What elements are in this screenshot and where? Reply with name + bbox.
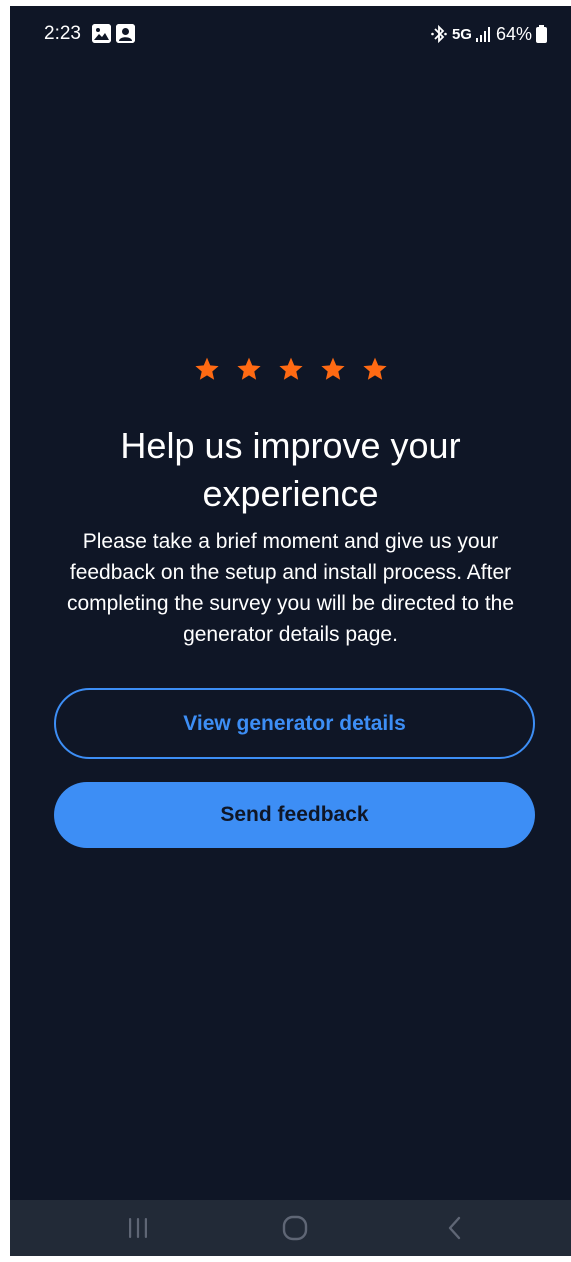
home-icon[interactable] <box>275 1214 315 1242</box>
bluetooth-icon <box>430 24 448 44</box>
status-indicators: 5G 64% <box>430 22 547 46</box>
star-icon <box>362 356 388 382</box>
star-icon <box>320 356 346 382</box>
rating-stars <box>10 356 571 382</box>
description-text: Please take a brief moment and give us y… <box>66 530 515 646</box>
navigation-bar <box>10 1200 571 1256</box>
signal-icon <box>475 26 492 42</box>
star-icon <box>194 356 220 382</box>
status-bar: 2:23 5G 64% <box>10 6 571 62</box>
battery-percent: 64% <box>495 23 532 44</box>
page-title: Help us improve your experience <box>120 425 461 514</box>
back-icon[interactable] <box>435 1214 475 1242</box>
battery-icon <box>536 25 547 43</box>
status-time: 2:23 <box>44 23 81 44</box>
recents-icon[interactable] <box>118 1214 158 1242</box>
app-screen: 2:23 5G 64% Help us improve your experie… <box>10 6 571 1256</box>
star-icon <box>236 356 262 382</box>
gallery-icon <box>92 24 111 43</box>
view-generator-details-button[interactable]: View generator details <box>54 688 535 759</box>
send-feedback-button[interactable]: Send feedback <box>54 782 535 848</box>
contact-icon <box>116 24 135 43</box>
star-icon <box>278 356 304 382</box>
network-type: 5G <box>451 25 472 43</box>
